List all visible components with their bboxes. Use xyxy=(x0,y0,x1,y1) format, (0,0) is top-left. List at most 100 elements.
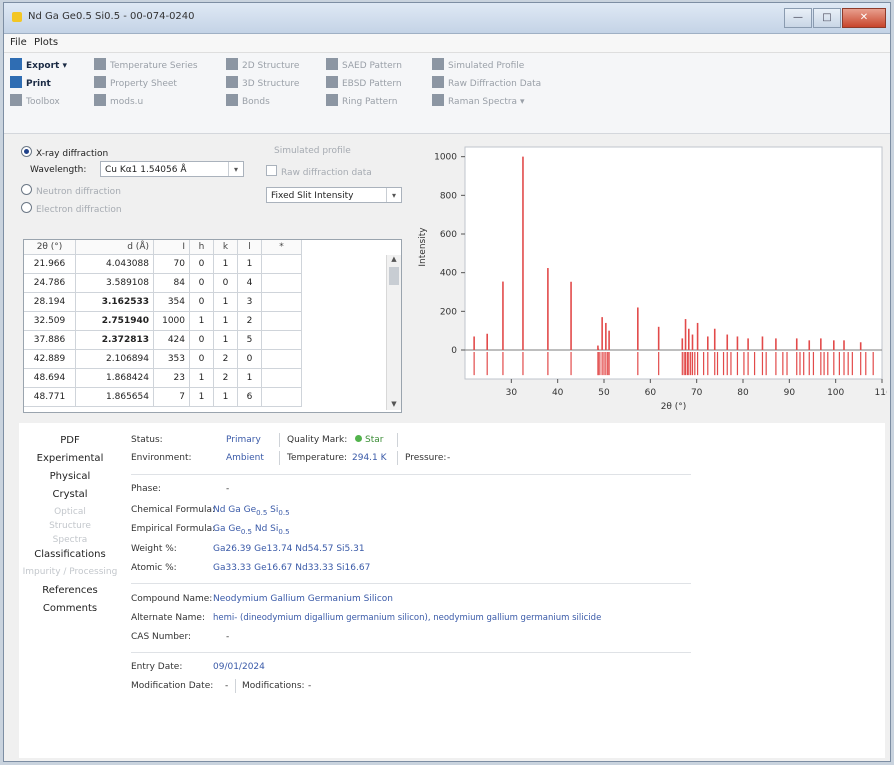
tab-structure[interactable]: Structure xyxy=(19,519,121,533)
phase-value: - xyxy=(226,484,230,494)
temperature-value: 294.1 K xyxy=(352,453,387,463)
scroll-down-icon[interactable]: ▼ xyxy=(387,400,401,410)
table-cell: 1 xyxy=(190,388,214,407)
table-cell: 1 xyxy=(214,312,238,331)
table-cell: 1.868424 xyxy=(76,369,154,388)
table-cell: 1 xyxy=(214,255,238,274)
compound-name-value: Neodymium Gallium Germanium Silicon xyxy=(213,594,393,604)
simulated-profile-option-label: Simulated profile xyxy=(274,146,351,156)
scroll-up-icon[interactable]: ▲ xyxy=(387,255,401,265)
table-header: 2θ (°) d (Å) I h k l * xyxy=(24,240,302,255)
ebsd-label: EBSD Pattern xyxy=(342,79,402,89)
table-row[interactable]: 48.771 1.865654 7 1 1 6 xyxy=(24,388,302,407)
header-l[interactable]: l xyxy=(238,240,262,255)
bonds-button[interactable]: Bonds xyxy=(226,94,270,110)
tab-pdf[interactable]: PDF xyxy=(19,433,121,449)
header-h[interactable]: h xyxy=(190,240,214,255)
details-section: PDF Experimental Physical Crystal Optical Str… xyxy=(19,423,885,758)
table-cell: 353 xyxy=(154,350,190,369)
table-row[interactable]: 21.966 4.043088 70 0 1 1 xyxy=(24,255,302,274)
header-mark[interactable]: * xyxy=(262,240,302,255)
tab-physical[interactable]: Physical xyxy=(19,469,121,485)
structure-2d-button[interactable]: 2D Structure xyxy=(226,58,299,74)
plot-area[interactable] xyxy=(464,146,883,380)
export-button[interactable]: Export ▾ xyxy=(10,58,67,74)
table-cell: 1 xyxy=(214,293,238,312)
minimize-button[interactable]: — xyxy=(784,8,812,28)
menu-plots[interactable]: Plots xyxy=(34,37,58,48)
tab-spectra[interactable]: Spectra xyxy=(19,533,121,547)
formula-subscript: 0.5 xyxy=(240,527,253,536)
ring-pattern-button[interactable]: Ring Pattern xyxy=(326,94,397,110)
toolbox-button[interactable]: Toolbox xyxy=(10,94,60,110)
table-row[interactable]: 42.889 2.106894 353 0 2 0 xyxy=(24,350,302,369)
menu-file[interactable]: File xyxy=(10,37,27,48)
radio-icon xyxy=(21,202,32,213)
quality-mark-value: Star xyxy=(355,435,383,445)
tab-classifications[interactable]: Classifications xyxy=(19,547,121,563)
diffraction-chart: 0 200 400 600 800 1000 30 40 50 60 70 80 90 100 11(2θ … xyxy=(417,143,889,415)
maximize-button[interactable]: □ xyxy=(813,8,841,28)
separator xyxy=(235,679,236,693)
tab-comments[interactable]: Comments xyxy=(19,601,121,617)
intensity-mode-select[interactable]: Fixed Slit Intensity ▾ xyxy=(266,187,402,203)
ribbon-toolbar: Export ▾ Print Toolbox Temperature Serie… xyxy=(4,53,890,134)
wavelength-label: Wavelength: xyxy=(30,165,87,175)
table-row[interactable]: 32.509 2.751940 1000 1 1 2 xyxy=(24,312,302,331)
models-label: mods.u xyxy=(110,97,144,107)
structure-2d-icon xyxy=(226,58,238,70)
table-cell: 0 xyxy=(238,350,262,369)
temperature-series-button[interactable]: Temperature Series xyxy=(94,58,198,74)
simulated-profile-option[interactable]: Simulated profile xyxy=(274,146,351,156)
tab-experimental[interactable]: Experimental xyxy=(19,451,121,467)
ebsd-pattern-button[interactable]: EBSD Pattern xyxy=(326,76,402,92)
property-sheet-button[interactable]: Property Sheet xyxy=(94,76,177,92)
raw-diffraction-button[interactable]: Raw Diffraction Data xyxy=(432,76,541,92)
table-cell: 3.162533 xyxy=(76,293,154,312)
electron-radio[interactable]: Electron diffraction xyxy=(21,202,122,215)
scroll-thumb[interactable] xyxy=(389,267,399,285)
table-cell xyxy=(262,274,302,293)
header-2theta[interactable]: 2θ (°) xyxy=(24,240,76,255)
export-icon xyxy=(10,58,22,70)
simulated-profile-button[interactable]: Simulated Profile xyxy=(432,58,524,74)
separator xyxy=(279,433,280,447)
table-row[interactable]: 37.886 2.372813 424 0 1 5 xyxy=(24,331,302,350)
header-d[interactable]: d (Å) xyxy=(76,240,154,255)
close-button[interactable]: ✕ xyxy=(842,8,886,28)
table-cell: 1 xyxy=(238,255,262,274)
tab-impurity-processing[interactable]: Impurity / Processing xyxy=(19,565,121,579)
table-scrollbar[interactable]: ▲ ▼ xyxy=(386,255,401,410)
alternate-name-value: hemi- (dineodymium digallium germanium s… xyxy=(213,613,602,623)
table-cell: 2.106894 xyxy=(76,350,154,369)
table-row[interactable]: 28.194 3.162533 354 0 1 3 xyxy=(24,293,302,312)
raman-spectra-button[interactable]: Raman Spectra ▾ xyxy=(432,94,524,110)
y-tick-label: 600 xyxy=(440,230,457,240)
print-button[interactable]: Print xyxy=(10,76,51,92)
property-sheet-icon xyxy=(94,76,106,88)
header-k[interactable]: k xyxy=(214,240,238,255)
table-row[interactable]: 24.786 3.589108 84 0 0 4 xyxy=(24,274,302,293)
xray-radio[interactable]: X-ray diffraction xyxy=(21,146,108,159)
structure-3d-icon xyxy=(226,76,238,88)
table-row[interactable]: 48.694 1.868424 23 1 2 1 xyxy=(24,369,302,388)
header-intensity[interactable]: I xyxy=(154,240,190,255)
tab-crystal[interactable]: Crystal xyxy=(19,487,121,503)
phase-label: Phase: xyxy=(131,484,161,494)
environment-label: Environment: xyxy=(131,453,192,463)
wavelength-select[interactable]: Cu Kα1 1.54056 Å ▾ xyxy=(100,161,244,177)
raw-data-checkbox[interactable]: Raw diffraction data xyxy=(266,165,372,178)
models-button[interactable]: mods.u xyxy=(94,94,143,110)
neutron-radio[interactable]: Neutron diffraction xyxy=(21,184,121,197)
export-label: Export xyxy=(26,61,60,71)
peak-table: 2θ (°) d (Å) I h k l * 21.966 4.043088 70 0… xyxy=(23,239,402,413)
chevron-down-icon: ▾ xyxy=(386,188,401,202)
tab-references[interactable]: References xyxy=(19,583,121,599)
structure-3d-button[interactable]: 3D Structure xyxy=(226,76,299,92)
table-cell: 3 xyxy=(238,293,262,312)
saed-pattern-button[interactable]: SAED Pattern xyxy=(326,58,402,74)
table-cell: 21.966 xyxy=(24,255,76,274)
status-label: Status: xyxy=(131,435,163,445)
title-bar: Nd Ga Ge0.5 Si0.5 - 00-074-0240 — □ ✕ xyxy=(4,3,890,34)
tab-optical[interactable]: Optical xyxy=(19,505,121,519)
